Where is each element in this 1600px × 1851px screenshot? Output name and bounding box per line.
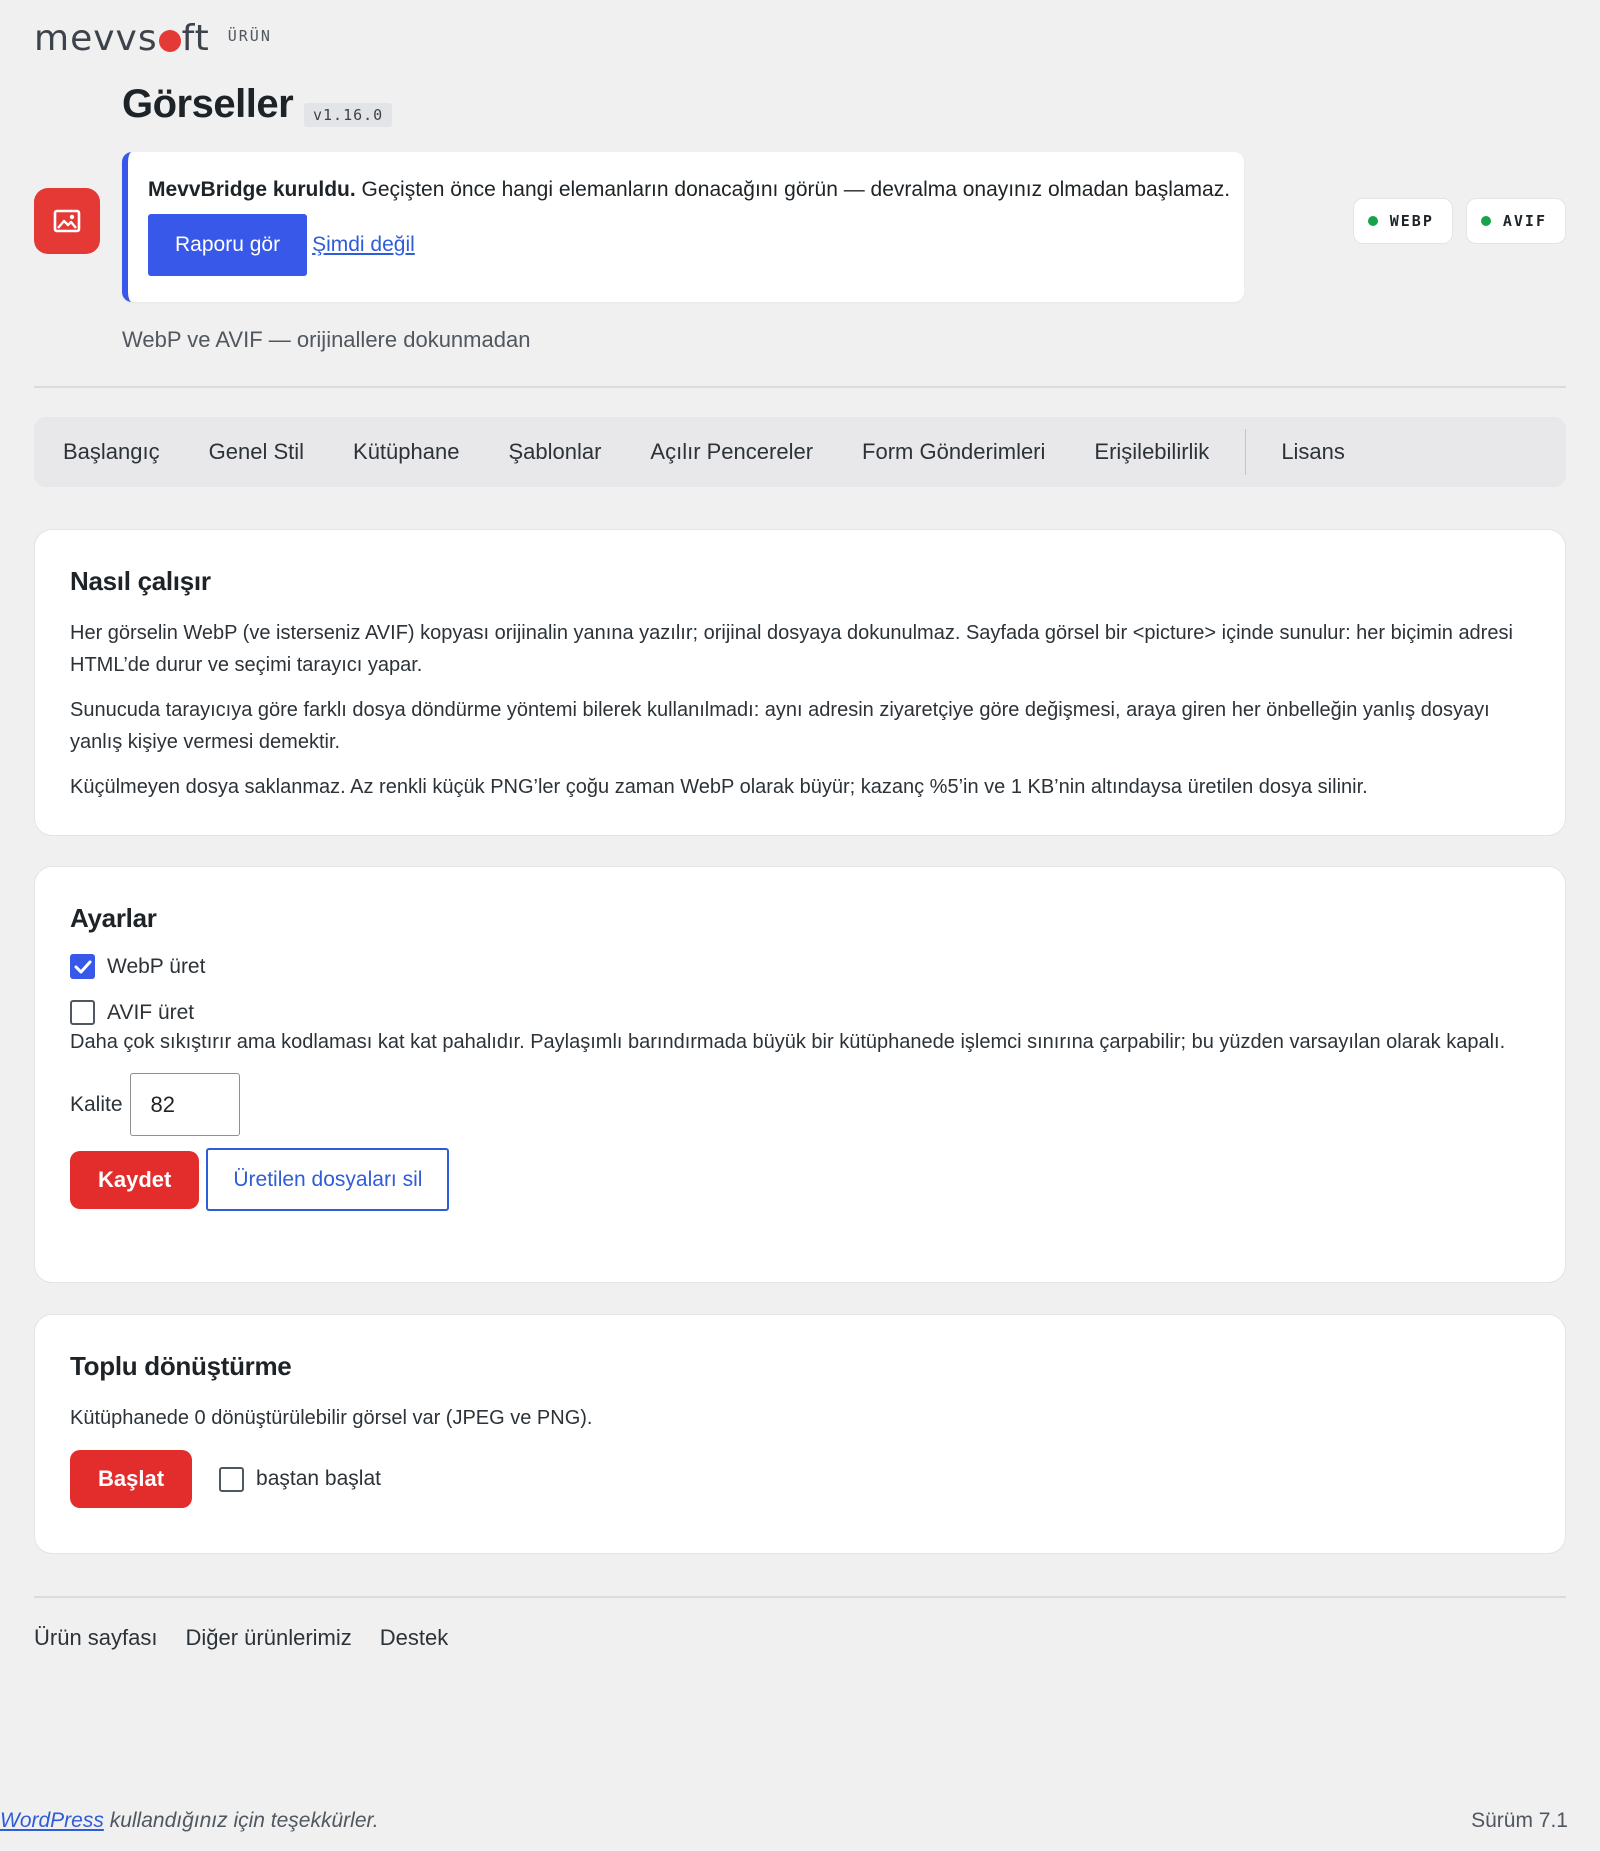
webp-checkbox[interactable] [70, 954, 95, 979]
tab-form-gonderimleri[interactable]: Form Gönderimleri [862, 439, 1045, 465]
settings-card: Ayarlar WebP üret AVIF üret Daha çok sık… [34, 866, 1566, 1283]
brand-logo-text-start: mevvs [34, 18, 158, 59]
quality-row: Kalite [70, 1073, 1530, 1136]
support-link[interactable]: Destek [380, 1625, 448, 1651]
tab-lisans[interactable]: Lisans [1281, 439, 1345, 465]
how-paragraph-1: Her görselin WebP (ve isterseniz AVIF) k… [70, 622, 1513, 676]
tab-acilir-pencereler[interactable]: Açılır Pencereler [650, 439, 813, 465]
tab-separator [1245, 429, 1247, 475]
tab-sablonlar[interactable]: Şablonlar [508, 439, 601, 465]
wp-footer-thanks: kullandığınız için teşekkürler. [103, 1809, 379, 1832]
wp-version: Sürüm 7.1 [1471, 1809, 1568, 1832]
brand-logo: mevvs ft [34, 18, 210, 59]
page-subtitle: WebP ve AVIF — orijinallere dokunmadan [122, 327, 531, 352]
status-dot-icon [1480, 216, 1491, 226]
status-dot-icon [1367, 216, 1378, 226]
start-button[interactable]: Başlat [70, 1450, 193, 1508]
tab-kutuphane[interactable]: Kütüphane [353, 439, 459, 465]
page-title: Görseller [122, 82, 294, 126]
notice-text: Geçişten önce hangi elemanların donacağı… [361, 178, 1231, 201]
wordpress-link[interactable]: WordPress [0, 1809, 104, 1832]
webp-status-badge: WEBP [1352, 198, 1453, 244]
brand: mevvs ft ÜRÜN [34, 18, 272, 59]
wp-footer-text: WordPress kullandığınız için teşekkürler… [0, 1809, 379, 1833]
notice-title: MevvBridge kuruldu. [148, 178, 356, 201]
product-page-link[interactable]: Ürün sayfası [34, 1625, 158, 1651]
avif-status-badge: AVIF [1465, 198, 1566, 244]
other-products-link[interactable]: Diğer ürünlerimiz [186, 1625, 352, 1651]
mevvbridge-notice: MevvBridge kuruldu. Geçişten önce hangi … [122, 152, 1244, 302]
section-title: Toplu dönüştürme [70, 1351, 292, 1381]
webp-option[interactable]: WebP üret [70, 954, 1530, 979]
how-paragraph-3: Küçülmeyen dosya saklanmaz. Az renkli kü… [70, 776, 1368, 798]
avif-help-text: Daha çok sıkıştırır ama kodlaması kat ka… [70, 1031, 1506, 1053]
bulk-info-text: Kütüphanede 0 dönüştürülebilir görsel va… [70, 1407, 593, 1429]
notice-message: MevvBridge kuruldu. Geçişten önce hangi … [148, 178, 1244, 202]
tab-genel-stil[interactable]: Genel Stil [209, 439, 304, 465]
divider [34, 1596, 1566, 1598]
tab-bar: Başlangıç Genel Stil Kütüphane Şablonlar… [34, 417, 1566, 487]
tab-erisilebilirlik[interactable]: Erişilebilirlik [1094, 439, 1209, 465]
webp-label: WebP üret [107, 954, 206, 978]
restart-label: baştan başlat [256, 1467, 381, 1490]
save-button[interactable]: Kaydet [70, 1150, 200, 1209]
section-title: Ayarlar [70, 903, 157, 933]
restart-option[interactable]: baştan başlat [219, 1466, 381, 1492]
badge-label: WEBP [1389, 212, 1434, 230]
quality-input[interactable] [129, 1073, 240, 1136]
version-badge: v1.16.0 [304, 103, 393, 127]
badge-label: AVIF [1502, 212, 1547, 230]
how-paragraph-2: Sunucuda tarayıcıya göre farklı dosya dö… [70, 699, 1490, 753]
format-status-badges: WEBP AVIF [1352, 198, 1566, 244]
restart-checkbox[interactable] [219, 1466, 245, 1492]
avif-option[interactable]: AVIF üret [70, 1000, 1530, 1025]
divider [34, 386, 1566, 388]
not-now-link[interactable]: Şimdi değil [312, 233, 415, 257]
brand-tag: ÜRÜN [227, 26, 272, 45]
quality-label: Kalite [70, 1092, 123, 1116]
section-title: Nasıl çalışır [70, 566, 211, 596]
brand-logo-text-end: ft [181, 18, 210, 59]
tab-baslangic[interactable]: Başlangıç [63, 439, 160, 465]
bulk-conversion-card: Toplu dönüştürme Kütüphanede 0 dönüştürü… [34, 1314, 1566, 1554]
avif-checkbox[interactable] [70, 1000, 95, 1025]
image-icon [34, 188, 100, 254]
avif-label: AVIF üret [107, 1000, 195, 1024]
how-it-works-card: Nasıl çalışır Her görselin WebP (ve iste… [34, 529, 1566, 836]
checkmark-icon [74, 960, 91, 973]
footer-links: Ürün sayfası Diğer ürünlerimiz Destek [34, 1625, 448, 1651]
brand-logo-dot [158, 29, 181, 52]
view-report-button[interactable]: Raporu gör [148, 214, 308, 276]
delete-generated-files-button[interactable]: Üretilen dosyaları sil [206, 1148, 450, 1211]
